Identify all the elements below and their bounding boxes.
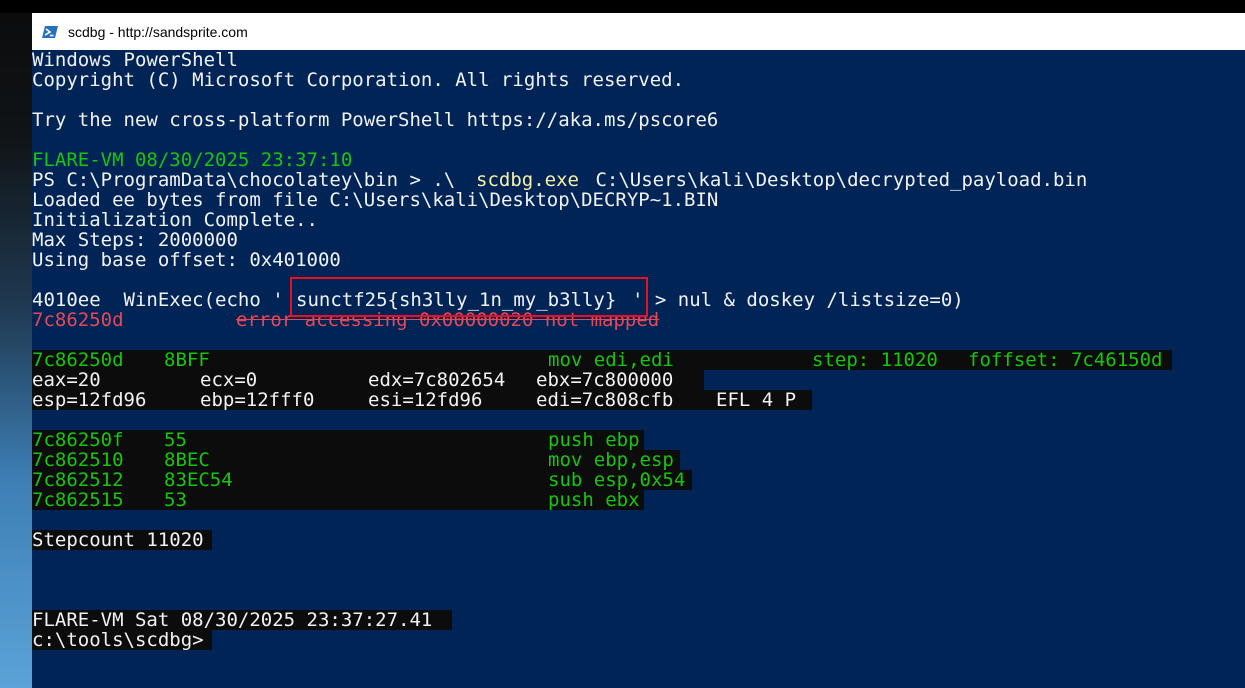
file-offset: foffset: 7c46150d [968,349,1163,371]
disasm-instruction: sub esp,0x54 [548,469,686,491]
flag-highlight-box [290,277,648,317]
powershell-icon [42,24,58,40]
final-prompt-timestamp: FLARE-VM Sat 08/30/2025 23:37:27.41 [32,609,433,631]
stepcount-line: Stepcount 11020 [32,529,204,551]
desktop-background [0,0,32,688]
register-ecx: ecx=0 [200,369,258,391]
window-title: scdbg - http://sandsprite.com [68,23,248,40]
disasm-instruction: mov edi,edi [548,349,674,371]
console-window[interactable]: scdbg - http://sandsprite.com Windows Po… [32,13,1245,688]
winexec-prefix: 4010ee WinExec(echo ' [32,289,284,311]
command-exe: scdbg.exe [476,169,579,191]
init-line: Initialization Complete.. [32,209,318,231]
command-argument: C:\Users\kali\Desktop\decrypted_payload.… [584,169,1088,191]
loaded-line: Loaded ee bytes from file C:\Users\kali\… [32,189,719,211]
header-line: Windows PowerShell [32,49,238,71]
disasm-bytes: 8BFF [164,349,210,371]
register-edx: edx=7c802654 [368,369,506,391]
register-esp: esp=12fd96 [32,389,147,411]
disasm-bytes: 83EC54 [164,469,233,491]
winexec-suffix: ' > nul & doskey /listsize=0) [632,289,964,311]
command-prefix: PS C:\ProgramData\chocolatey\bin > .\ [32,169,456,191]
disasm-address: 7c862515 [32,489,124,511]
register-edi: edi=7c808cfb [536,389,674,411]
disasm-address: 7c862512 [32,469,124,491]
step-counter: step: 11020 [812,349,938,371]
disasm-instruction: push ebx [548,489,640,511]
prompt-timestamp: FLARE-VM 08/30/2025 23:37:10 [32,149,353,171]
disasm-bytes: 8BEC [164,449,210,471]
register-eflags: EFL 4 P [716,389,797,411]
disasm-address: 7c86250f [32,429,124,451]
disasm-bytes: 53 [164,489,187,511]
console-output[interactable]: Windows PowerShell Copyright (C) Microso… [32,50,1245,688]
title-bar[interactable]: scdbg - http://sandsprite.com [32,13,1245,50]
current-directory-prompt[interactable]: c:\tools\scdbg> [32,630,204,650]
register-ebx: ebx=7c800000 [536,369,674,391]
disasm-bytes: 55 [164,429,187,451]
copyright-line: Copyright (C) Microsoft Corporation. All… [32,69,685,91]
disasm-address: 7c86250d [32,349,124,371]
base-offset-line: Using base offset: 0x401000 [32,249,341,271]
max-steps-line: Max Steps: 2000000 [32,229,238,251]
try-pscore-line: Try the new cross-platform PowerShell ht… [32,109,719,131]
disasm-instruction: mov ebp,esp [548,449,674,471]
register-eax: eax=20 [32,369,101,391]
error-address: 7c86250d [32,309,124,331]
register-ebp: ebp=12fff0 [200,389,315,411]
disasm-address: 7c862510 [32,449,124,471]
register-esi: esi=12fd96 [368,389,483,411]
top-strip [0,0,1245,13]
disasm-instruction: push ebp [548,429,640,451]
